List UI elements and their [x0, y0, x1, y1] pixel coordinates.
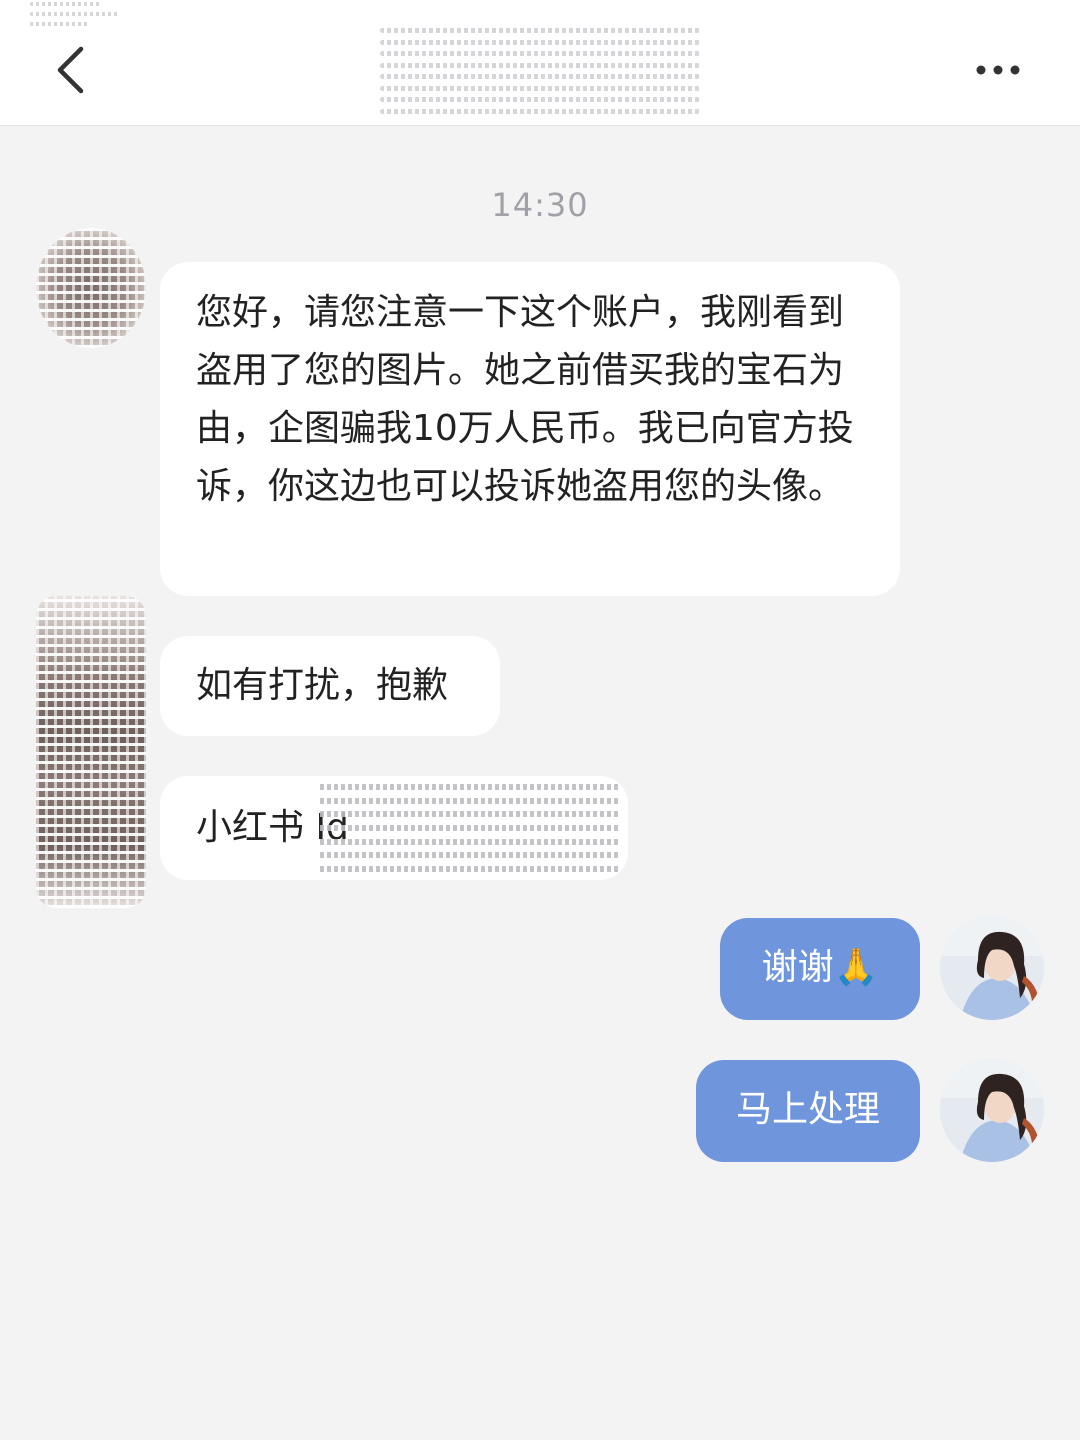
chevron-left-icon	[57, 46, 84, 94]
message-text: 谢谢🙏	[761, 947, 879, 988]
chat-title-redacted	[380, 28, 700, 114]
message-text: 您好，请您注意一下这个账户，我刚看到盗用了您的图片。她之前借买我的宝石为由，企图…	[196, 292, 854, 507]
back-button[interactable]	[40, 38, 100, 102]
more-options-button[interactable]	[966, 50, 1030, 90]
received-message[interactable]: 小红书 Id	[160, 776, 628, 880]
my-avatar[interactable]	[940, 1058, 1044, 1162]
user-photo-icon	[940, 916, 1044, 1020]
chat-header	[0, 0, 1080, 126]
sender-avatar-redacted[interactable]	[36, 228, 146, 348]
sender-avatar-redacted[interactable]	[36, 596, 146, 908]
more-dots-icon	[976, 65, 1020, 75]
message-timestamp: 14:30	[491, 186, 589, 224]
received-message[interactable]: 如有打扰，抱歉	[160, 636, 500, 736]
message-text: 马上处理	[735, 1089, 880, 1130]
user-photo-icon	[940, 1058, 1044, 1162]
received-message[interactable]: 您好，请您注意一下这个账户，我刚看到盗用了您的图片。她之前借买我的宝石为由，企图…	[160, 262, 900, 596]
user-id-redacted	[320, 784, 620, 872]
message-text: 如有打扰，抱歉	[196, 665, 449, 706]
status-bar-redacted	[30, 2, 130, 32]
sent-message[interactable]: 马上处理	[696, 1060, 920, 1162]
my-avatar[interactable]	[940, 916, 1044, 1020]
sent-message[interactable]: 谢谢🙏	[720, 918, 920, 1020]
